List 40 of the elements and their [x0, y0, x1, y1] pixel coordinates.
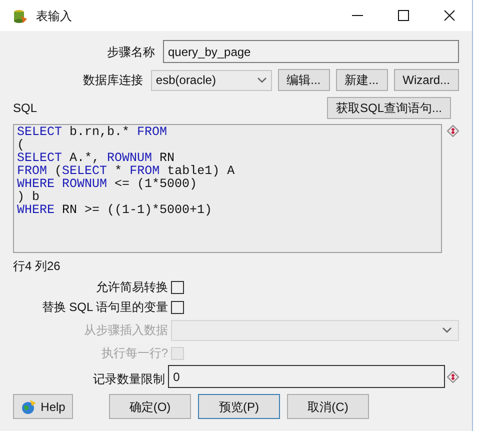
- close-icon: [444, 10, 454, 21]
- field-label: 数据库连接: [82, 72, 144, 89]
- option-label: 执行每一行?: [100, 345, 169, 362]
- code-line: (: [17, 139, 25, 152]
- code-line: FROM (SELECT * FROM table1) A: [17, 165, 235, 178]
- app-icon: [12, 8, 28, 24]
- code-line: WHERE ROWNUM <= (1*5000): [17, 178, 198, 191]
- code-line: SELECT b.rn,b.* FROM: [17, 126, 168, 139]
- chevron-down-icon: [256, 77, 267, 83]
- field-label: 记录数量限制: [92, 371, 166, 388]
- dialog-button[interactable]: 确定(O): [109, 394, 191, 419]
- checkbox[interactable]: [171, 280, 184, 294]
- sql-editor[interactable]: SELECT b.rn,b.* FROM ( SELECT A.*, ROWNUM RN FROM (SELECT * FROM table1) A WHERE ROWNUM <= (1*5000) ) b WHERE RN >= ((1-1)*5000+1): [13, 124, 442, 253]
- checkbox[interactable]: [171, 300, 184, 314]
- connection-button[interactable]: 编辑...: [278, 69, 330, 91]
- step-name-field[interactable]: query_by_page: [163, 40, 459, 63]
- dialog-button[interactable]: 预览(P): [198, 394, 280, 419]
- get-sql-button[interactable]: 获取SQL查询语句...: [326, 97, 451, 119]
- option-label: 允许简易转换: [95, 279, 169, 296]
- maximize-icon: [398, 10, 408, 21]
- dialog-button[interactable]: 取消(C): [287, 394, 369, 419]
- sql-label: SQL: [13, 100, 38, 117]
- field-label: 步骤名称: [106, 44, 156, 60]
- connection-dropdown[interactable]: esb(oracle): [150, 70, 272, 90]
- minimize-icon: [352, 14, 362, 16]
- variable-icon: [447, 125, 459, 137]
- option-label: 从步骤插入数据: [83, 322, 169, 339]
- code-line: WHERE RN >= ((1-1)*5000+1): [17, 204, 212, 217]
- option-label: 替换 SQL 语句里的变量: [40, 299, 169, 316]
- connection-button[interactable]: Wizard...: [394, 69, 459, 91]
- limit-field[interactable]: 0: [168, 365, 445, 388]
- cursor-position: 行4 列26: [13, 258, 60, 275]
- variable-icon: [447, 370, 459, 382]
- connection-button[interactable]: 新建...: [336, 69, 388, 91]
- code-line: ) b: [17, 191, 40, 204]
- window-title: 表输入: [36, 8, 72, 24]
- globe-icon: [20, 398, 37, 414]
- code-line: SELECT A.*, ROWNUM RN: [17, 152, 175, 165]
- help-button[interactable]: Help: [13, 394, 73, 419]
- chevron-down-icon: [442, 327, 452, 333]
